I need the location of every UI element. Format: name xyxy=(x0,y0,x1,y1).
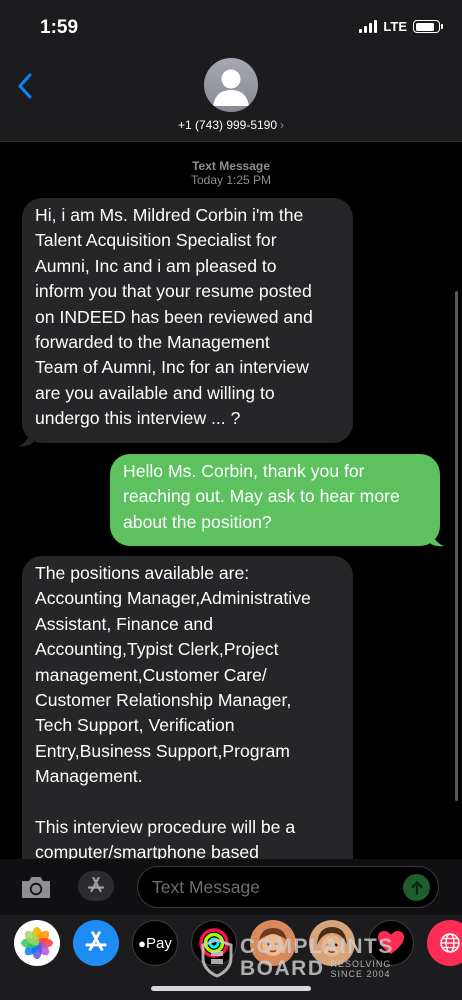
message-line: Hi, i am Ms. Mildred Corbin i'm the xyxy=(35,205,304,225)
status-indicators: LTE xyxy=(359,19,443,34)
contact-name[interactable]: +1 (743) 999-5190 › xyxy=(0,118,462,132)
watermark-tag1: RESOLVING xyxy=(330,959,392,969)
message-line: Entry,Business Support,Program xyxy=(35,740,290,761)
message-line: Aumni, Inc and i am pleased to xyxy=(35,255,277,276)
message-line: Assistant, Finance and xyxy=(35,613,213,634)
message-bubble-outgoing[interactable]: Hello Ms. Corbin, thank you for reaching… xyxy=(110,454,440,546)
chevron-left-icon[interactable] xyxy=(14,72,38,100)
message-line: about the position? xyxy=(123,511,272,532)
message-input[interactable] xyxy=(152,875,392,899)
message-line: on INDEED has been reviewed and xyxy=(35,306,313,327)
message-line: forwarded to the Management xyxy=(35,332,270,353)
app-store-app-icon[interactable] xyxy=(73,920,119,966)
shield-logo-icon xyxy=(201,938,233,978)
message-line: Talent Acquisition Specialist for xyxy=(35,230,277,251)
compose-bar xyxy=(0,859,462,915)
message-line: undergo this interview ... ? xyxy=(35,408,241,429)
message-line: The positions available are: xyxy=(35,563,250,583)
message-line: management,Customer Care/ xyxy=(35,664,267,685)
apple-pay-label: Pay xyxy=(146,934,172,952)
battery-level xyxy=(415,22,435,31)
message-line: Accounting,Typist Clerk,Project xyxy=(35,639,279,660)
status-time: 1:59 xyxy=(40,17,79,38)
apple-pay-icon[interactable]: ●Pay xyxy=(132,920,178,966)
camera-icon[interactable] xyxy=(20,874,52,900)
network-type: LTE xyxy=(383,19,407,34)
chevron-right-icon: › xyxy=(280,118,285,132)
message-line: This interview procedure will be a xyxy=(35,817,296,838)
service-label: Text Message xyxy=(192,159,270,173)
watermark-row: BOARD RESOLVING SINCE 2004 xyxy=(240,958,394,980)
contact-number: +1 (743) 999-5190 xyxy=(177,118,278,132)
message-line: reaching out. May ask to hear more xyxy=(123,486,400,507)
photos-icon[interactable] xyxy=(14,920,60,966)
watermark-line2: BOARD xyxy=(240,957,325,980)
contact-avatar[interactable] xyxy=(204,58,258,112)
message-line xyxy=(35,790,340,815)
message-line: Team of Aumni, Inc for an interview xyxy=(35,357,309,378)
app-store-button[interactable] xyxy=(78,871,114,901)
watermark-text: COMPLAINTS BOARD RESOLVING SINCE 2004 xyxy=(240,936,394,980)
battery-icon xyxy=(413,20,443,33)
send-button[interactable] xyxy=(403,874,430,901)
thread-timestamp: Today 1:25 PM xyxy=(190,173,272,187)
message-bubble-incoming[interactable]: Hi, i am Ms. Mildred Corbin i'm the Tale… xyxy=(22,198,353,443)
message-line: Hello Ms. Corbin, thank you for xyxy=(123,461,365,481)
message-input-field[interactable] xyxy=(137,866,439,908)
watermark-tag2: SINCE 2004 xyxy=(330,969,391,979)
watermark-tagline: RESOLVING SINCE 2004 xyxy=(331,959,392,979)
message-line: Tech Support, Verification xyxy=(35,715,235,736)
home-indicator[interactable] xyxy=(151,986,311,991)
app-store-icon xyxy=(87,876,105,893)
message-line: inform you that your resume posted xyxy=(35,281,312,302)
conversation-header: +1 (743) 999-5190 › xyxy=(0,52,462,142)
watermark-line1: COMPLAINTS xyxy=(240,935,394,958)
message-line: Management. xyxy=(35,766,143,787)
message-thread[interactable]: Text Message Today 1:25 PM Hi, i am Ms. … xyxy=(0,143,462,859)
thread-meta: Text Message Today 1:25 PM xyxy=(0,159,462,187)
watermark: COMPLAINTS BOARD RESOLVING SINCE 2004 xyxy=(200,932,394,984)
message-bubble-incoming[interactable]: The positions available are: Accounting … xyxy=(22,556,353,859)
status-bar: 1:59 LTE xyxy=(0,0,462,52)
web-icon[interactable] xyxy=(427,920,462,966)
scrollbar[interactable] xyxy=(455,291,458,801)
message-line: are you available and willing to xyxy=(35,382,275,403)
send-arrow-icon xyxy=(410,880,423,895)
message-line: Customer Relationship Manager, xyxy=(35,690,292,711)
person-icon xyxy=(213,69,249,106)
cellular-signal-icon xyxy=(359,20,378,33)
message-line: computer/smartphone based xyxy=(35,842,259,859)
message-line: Accounting Manager,Administrative xyxy=(35,588,311,609)
